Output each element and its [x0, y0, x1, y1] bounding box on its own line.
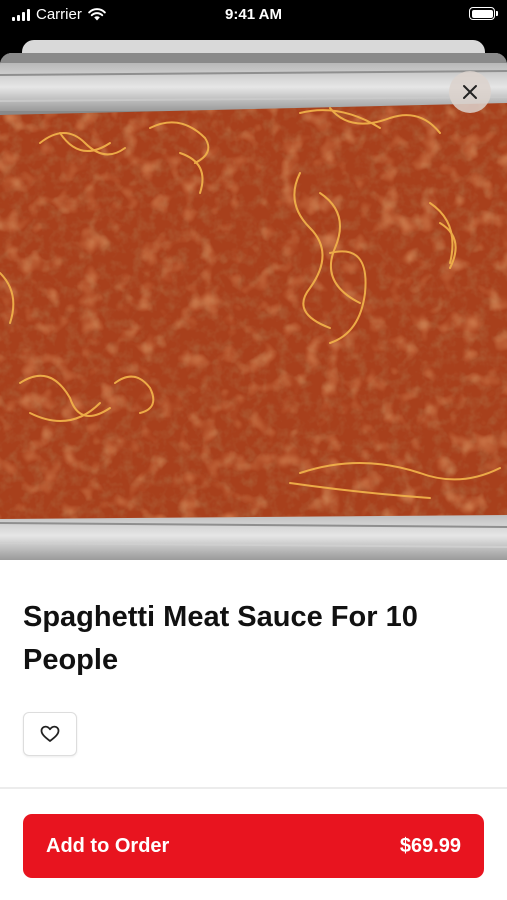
close-button[interactable] — [449, 71, 491, 113]
heart-icon — [40, 725, 60, 742]
spaghetti-tray-illustration — [0, 53, 507, 560]
add-to-order-button[interactable]: Add to Order $69.99 — [23, 814, 484, 878]
divider — [0, 787, 507, 789]
favorite-button[interactable] — [23, 712, 77, 756]
status-time: 9:41 AM — [225, 6, 282, 23]
item-detail-sheet: Spaghetti Meat Sauce For 10 People Add t… — [0, 53, 507, 900]
product-image — [0, 53, 507, 560]
battery-icon — [469, 7, 498, 20]
price-label: $69.99 — [399, 834, 461, 857]
product-title: Spaghetti Meat Sauce For 10 People — [23, 601, 418, 676]
close-icon — [463, 85, 477, 99]
status-bar: Carrier 9:41 AM — [0, 0, 507, 32]
add-to-order-label: Add to Order — [46, 834, 170, 857]
